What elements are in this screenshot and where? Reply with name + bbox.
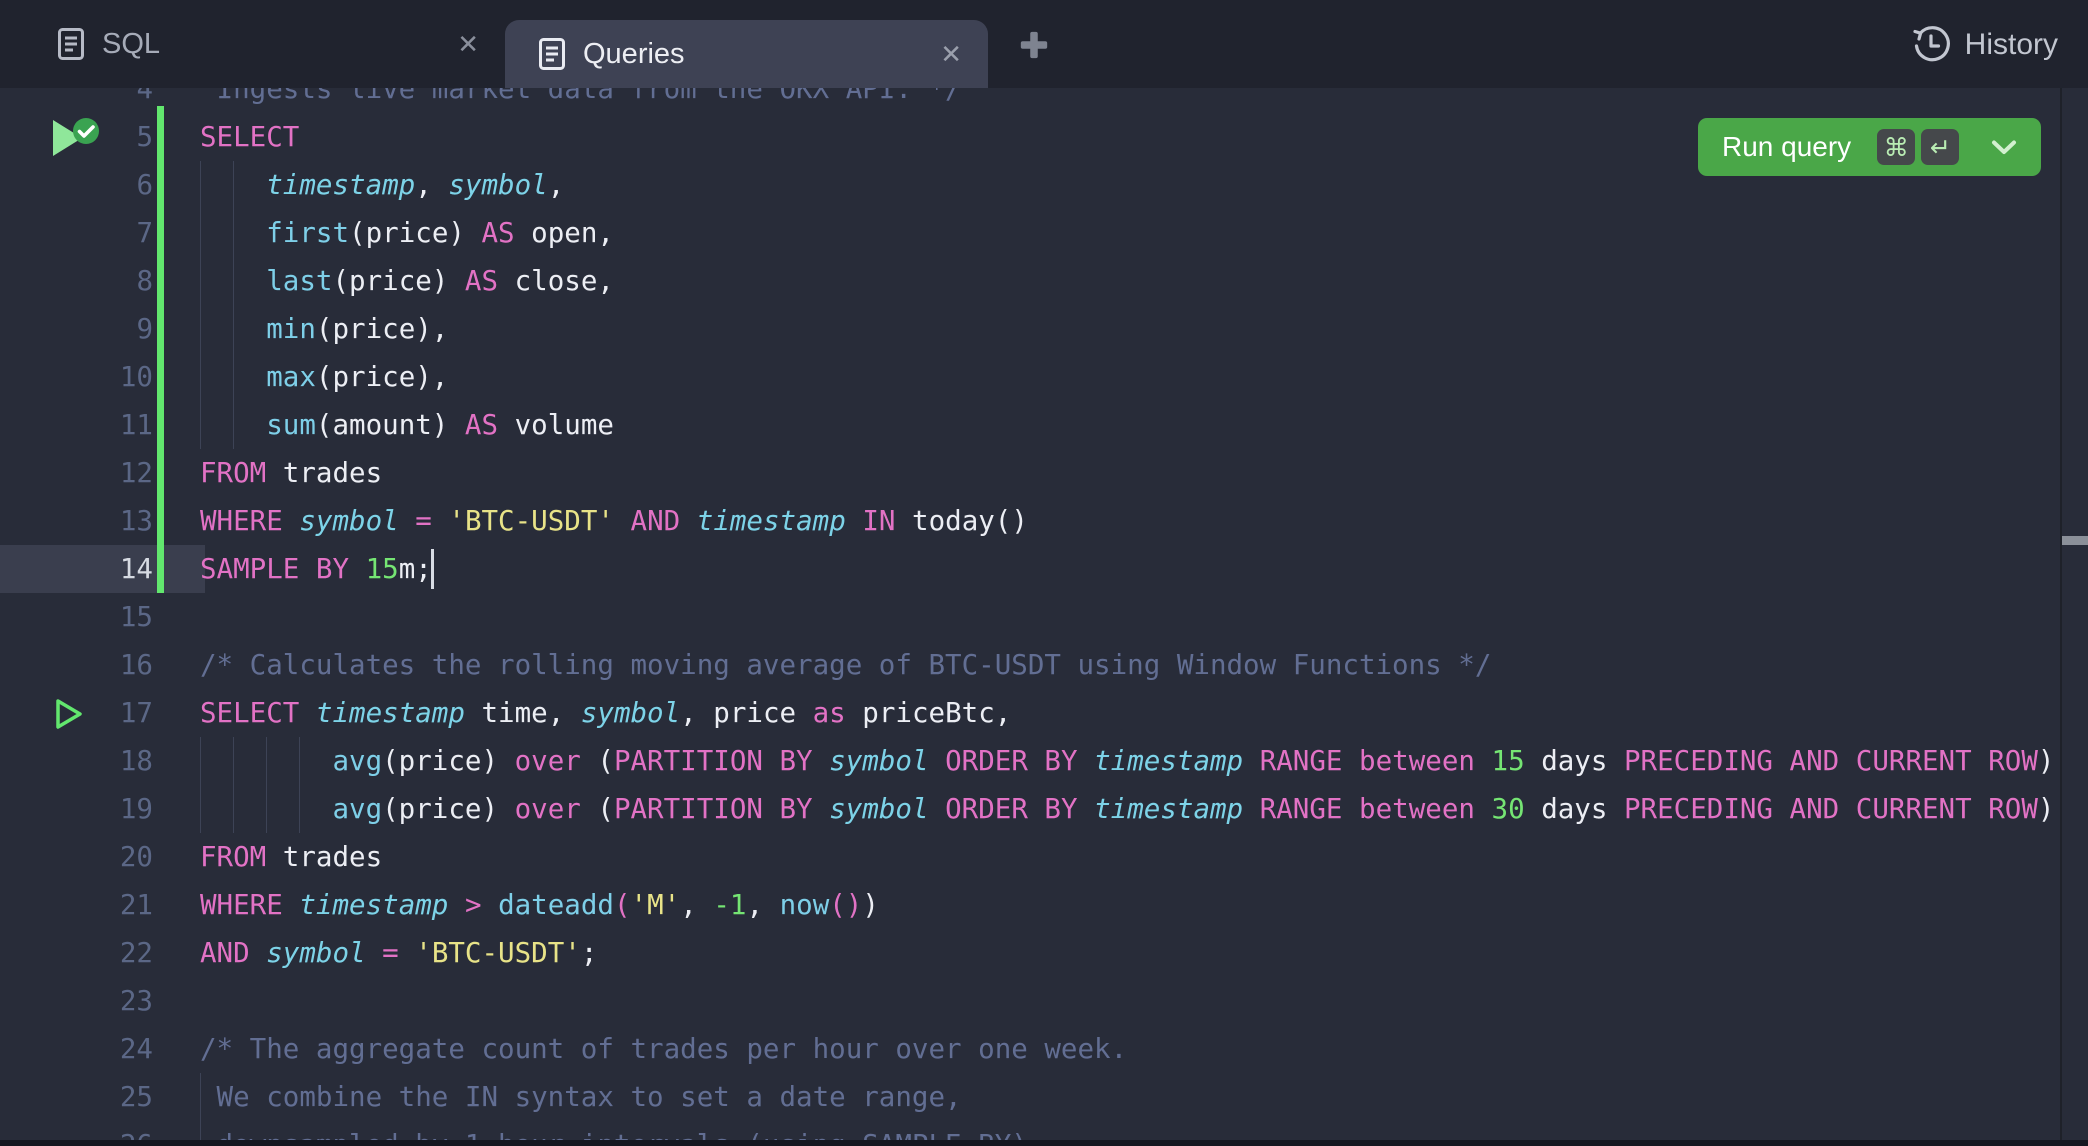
line-number: 10 [0, 353, 153, 401]
code-text: SELECT [200, 113, 299, 161]
code-text: max(price), [200, 353, 448, 401]
history-clock-icon [1911, 25, 1951, 65]
line-number: 25 [0, 1073, 153, 1121]
code-line-18[interactable]: 18 avg(price) over (PARTITION BY symbol … [0, 737, 2060, 785]
code-line-22[interactable]: 22 AND symbol = 'BTC-USDT'; [0, 929, 2060, 977]
line-number: 16 [0, 641, 153, 689]
line-number: 14 [0, 545, 153, 593]
code-line-17[interactable]: 17SELECT timestamp time, symbol, price a… [0, 689, 2060, 737]
code-text: /* The aggregate count of trades per hou… [200, 1025, 1127, 1073]
cmd-key-icon: ⌘ [1877, 129, 1915, 165]
code-text: avg(price) over (PARTITION BY symbol ORD… [200, 737, 2054, 785]
file-icon [58, 28, 84, 60]
code-line-21[interactable]: 21 WHERE timestamp > dateadd('M', -1, now… [0, 881, 2060, 929]
code-line-24[interactable]: 24 /* The aggregate count of trades per h… [0, 1025, 2060, 1073]
run-query-icon[interactable] [54, 698, 84, 730]
code-text: FROM trades [200, 449, 382, 497]
panel-divider[interactable] [0, 1140, 2088, 1146]
tab-bar: SQL ✕ Queries ✕ History [0, 0, 2088, 88]
line-number: 20 [0, 833, 153, 881]
code-line-11[interactable]: 11 sum(amount) AS volume [0, 401, 2060, 449]
new-tab-button[interactable] [1016, 27, 1052, 63]
line-number: 9 [0, 305, 153, 353]
run-query-button[interactable]: Run query ⌘ ↵ [1698, 118, 2041, 176]
code-text: /* Calculates the rolling moving average… [200, 641, 1491, 689]
code-line-7[interactable]: 7 first(price) AS open, [0, 209, 2060, 257]
code-text: min(price), [200, 305, 448, 353]
tab-label: Queries [583, 38, 685, 71]
line-number: 19 [0, 785, 153, 833]
plus-icon [1018, 29, 1050, 61]
query-range-bar [157, 106, 164, 593]
code-line-14[interactable]: 14 SAMPLE BY 15m; [0, 545, 2060, 593]
close-icon[interactable]: ✕ [940, 41, 962, 67]
code-text: SAMPLE BY 15m; [200, 545, 432, 593]
chevron-down-icon[interactable] [1991, 139, 2017, 156]
code-text: WHERE symbol = 'BTC-USDT' AND timestamp … [200, 497, 1028, 545]
code-line-12[interactable]: 12 FROM trades [0, 449, 2060, 497]
line-number: 11 [0, 401, 153, 449]
code-text: sum(amount) AS volume [200, 401, 614, 449]
questdb-console: 4 Ingests live market data from the OKX … [0, 0, 2088, 1146]
line-number: 18 [0, 737, 153, 785]
code-line-23[interactable]: 23 [0, 977, 2060, 1025]
run-query-label: Run query [1722, 131, 1851, 163]
overview-ruler-scrollbar[interactable] [2062, 88, 2088, 1140]
code-line-25[interactable]: 25 We combine the IN syntax to set a dat… [0, 1073, 2060, 1121]
code-line-8[interactable]: 8 last(price) AS close, [0, 257, 2060, 305]
tab-label: SQL [102, 28, 160, 61]
line-number: 23 [0, 977, 153, 1025]
code-line-16[interactable]: 16 /* Calculates the rolling moving avera… [0, 641, 2060, 689]
tab-queries[interactable]: Queries ✕ [505, 20, 988, 88]
cursor-position-marker [2062, 536, 2088, 545]
code-text: We combine the IN syntax to set a date r… [200, 1073, 962, 1121]
code-line-20[interactable]: 20 FROM trades [0, 833, 2060, 881]
line-number: 8 [0, 257, 153, 305]
text-cursor [431, 549, 434, 589]
line-number: 12 [0, 449, 153, 497]
line-number: 21 [0, 881, 153, 929]
line-number: 22 [0, 929, 153, 977]
line-number: 15 [0, 593, 153, 641]
file-icon [539, 38, 565, 70]
history-button[interactable]: History [1911, 22, 2058, 68]
code-text: FROM trades [200, 833, 382, 881]
line-number: 7 [0, 209, 153, 257]
code-line-19[interactable]: 19 avg(price) over (PARTITION BY symbol … [0, 785, 2060, 833]
history-label: History [1965, 28, 2058, 62]
code-text: WHERE timestamp > dateadd('M', -1, now()… [200, 881, 879, 929]
line-number: 24 [0, 1025, 153, 1073]
code-text: avg(price) over (PARTITION BY symbol ORD… [200, 785, 2054, 833]
code-text: last(price) AS close, [200, 257, 614, 305]
code-line-13[interactable]: 13 WHERE symbol = 'BTC-USDT' AND timestam… [0, 497, 2060, 545]
code-text: timestamp, symbol, [200, 161, 564, 209]
code-text: first(price) AS open, [200, 209, 614, 257]
tab-sql[interactable]: SQL ✕ [0, 0, 505, 88]
run-query-success-icon[interactable] [50, 118, 102, 158]
code-line-10[interactable]: 10 max(price), [0, 353, 2060, 401]
enter-key-icon: ↵ [1921, 129, 1959, 165]
close-icon[interactable]: ✕ [457, 31, 479, 57]
code-text: SELECT timestamp time, symbol, price as … [200, 689, 1011, 737]
code-line-9[interactable]: 9 min(price), [0, 305, 2060, 353]
code-line-15[interactable]: 15 [0, 593, 2060, 641]
line-number: 6 [0, 161, 153, 209]
line-number: 13 [0, 497, 153, 545]
code-text: AND symbol = 'BTC-USDT'; [200, 929, 597, 977]
